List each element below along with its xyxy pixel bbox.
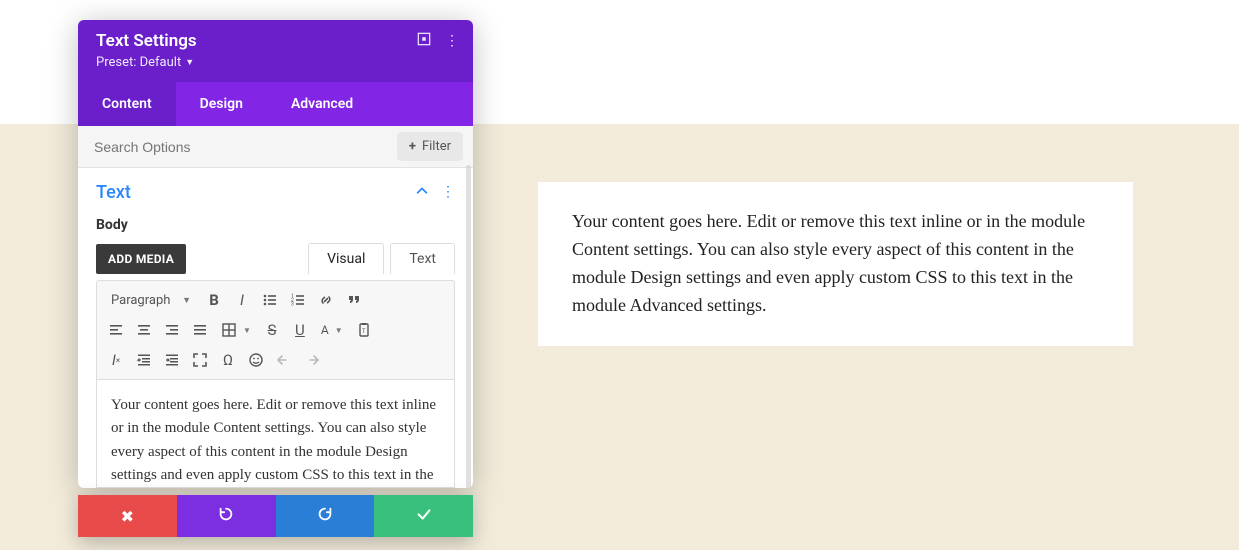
- section-more-icon[interactable]: ⋮: [441, 184, 455, 202]
- preview-module[interactable]: Your content goes here. Edit or remove t…: [538, 182, 1133, 346]
- editor-toolbar: Paragraph ▼ B I 123: [96, 280, 455, 380]
- indent-button[interactable]: [159, 347, 185, 373]
- editor-content[interactable]: Your content goes here. Edit or remove t…: [96, 380, 455, 488]
- plus-icon: +: [409, 139, 416, 154]
- editor-mode-visual[interactable]: Visual: [308, 243, 384, 274]
- caret-down-icon: ▼: [243, 326, 251, 335]
- text-color-button[interactable]: A▼: [315, 317, 349, 343]
- special-character-button[interactable]: Ω: [215, 347, 241, 373]
- save-button[interactable]: [374, 495, 473, 537]
- strikethrough-button[interactable]: S: [259, 317, 285, 343]
- cancel-button[interactable]: ✖: [78, 495, 177, 537]
- panel-header: Text Settings Preset: Default▼ ⋮: [78, 20, 473, 82]
- align-right-button[interactable]: [159, 317, 185, 343]
- editor-area: ADD MEDIA Visual Text Paragraph ▼ B I 12…: [78, 243, 473, 488]
- bullet-list-button[interactable]: [257, 287, 283, 313]
- section-text-row: Text ⋮: [78, 168, 473, 211]
- outdent-button[interactable]: [131, 347, 157, 373]
- more-options-icon[interactable]: ⋮: [445, 33, 459, 49]
- settings-tabs: Content Design Advanced: [78, 82, 473, 126]
- emoji-button[interactable]: [243, 347, 269, 373]
- paragraph-label: Paragraph: [111, 293, 170, 308]
- preview-text: Your content goes here. Edit or remove t…: [572, 211, 1085, 315]
- chevron-up-icon[interactable]: [415, 184, 429, 202]
- preset-value: Default: [140, 55, 182, 70]
- svg-text:3: 3: [291, 301, 294, 307]
- filter-button[interactable]: + Filter: [397, 132, 463, 161]
- table-button[interactable]: ▼: [215, 317, 257, 343]
- redo-icon: [316, 505, 334, 527]
- check-icon: [415, 505, 433, 527]
- caret-down-icon: ▼: [335, 326, 343, 335]
- search-input[interactable]: [78, 127, 397, 167]
- tab-design[interactable]: Design: [176, 82, 267, 126]
- editor-mode-text[interactable]: Text: [390, 243, 455, 274]
- section-title[interactable]: Text: [96, 182, 415, 203]
- search-filter-bar: + Filter: [78, 126, 473, 168]
- clear-formatting-button[interactable]: I×: [103, 347, 129, 373]
- panel-scrollbar[interactable]: [466, 165, 471, 488]
- panel-title: Text Settings: [96, 31, 455, 51]
- tab-content[interactable]: Content: [78, 82, 176, 126]
- svg-text:T: T: [362, 328, 366, 335]
- align-center-button[interactable]: [131, 317, 157, 343]
- expand-icon[interactable]: [417, 32, 431, 50]
- preset-dropdown[interactable]: Preset: Default▼: [96, 55, 455, 70]
- undo-footer-button[interactable]: [177, 495, 276, 537]
- redo-button[interactable]: [299, 347, 325, 373]
- redo-footer-button[interactable]: [276, 495, 375, 537]
- fullscreen-button[interactable]: [187, 347, 213, 373]
- link-button[interactable]: [313, 287, 339, 313]
- settings-panel: Text Settings Preset: Default▼ ⋮ Content…: [78, 20, 473, 488]
- tab-advanced[interactable]: Advanced: [267, 82, 377, 126]
- numbered-list-button[interactable]: 123: [285, 287, 311, 313]
- close-icon: ✖: [121, 507, 134, 526]
- undo-icon: [217, 505, 235, 527]
- underline-button[interactable]: U: [287, 317, 313, 343]
- align-justify-button[interactable]: [187, 317, 213, 343]
- preset-prefix: Preset:: [96, 55, 140, 70]
- caret-down-icon: ▼: [185, 57, 194, 68]
- bold-button[interactable]: B: [201, 287, 227, 313]
- paste-text-button[interactable]: T: [351, 317, 377, 343]
- editor-text: Your content goes here. Edit or remove t…: [111, 397, 436, 488]
- align-left-button[interactable]: [103, 317, 129, 343]
- footer-actions: ✖: [78, 495, 473, 537]
- filter-label: Filter: [422, 139, 451, 154]
- add-media-button[interactable]: ADD MEDIA: [96, 244, 186, 274]
- paragraph-dropdown[interactable]: Paragraph ▼: [103, 290, 199, 311]
- body-label: Body: [78, 211, 473, 243]
- italic-button[interactable]: I: [229, 287, 255, 313]
- undo-button[interactable]: [271, 347, 297, 373]
- blockquote-button[interactable]: [341, 287, 367, 313]
- caret-down-icon: ▼: [182, 295, 191, 306]
